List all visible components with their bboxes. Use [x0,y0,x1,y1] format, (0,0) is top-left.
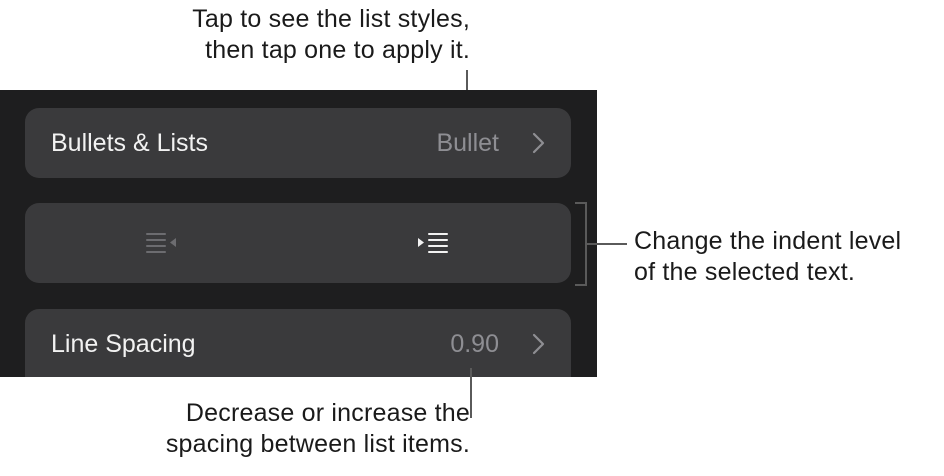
callout-spacing: Decrease or increase the spacing between… [166,398,470,460]
line-spacing-row[interactable]: Line Spacing 0.90 [25,309,571,377]
chevron-right-icon [532,333,545,355]
chevron-right-icon [532,132,545,154]
callout-list-styles: Tap to see the list styles, then tap one… [192,4,470,66]
bullets-and-lists-label: Bullets & Lists [51,129,209,157]
callout-indent: Change the indent level of the selected … [634,226,901,288]
callout-indent-leader [587,243,627,245]
callout-indent-line2: of the selected text. [634,258,855,286]
indent-bracket-bottom [575,284,587,286]
callout-spacing-line1: Decrease or increase the [185,399,470,427]
line-spacing-value: 0.90 [450,330,499,358]
decrease-indent-icon[interactable] [143,229,183,257]
bullets-and-lists-row[interactable]: Bullets & Lists Bullet [25,108,571,178]
callout-indent-line1: Change the indent level [634,227,902,255]
callout-spacing-leader [470,368,472,418]
callout-list-styles-line2: then tap one to apply it. [205,36,470,64]
list-settings-panel: Bullets & Lists Bullet Line Spacing 0.90 [0,90,597,377]
callout-list-styles-line1: Tap to see the list styles, [192,5,470,33]
increase-indent-icon[interactable] [413,229,453,257]
line-spacing-label: Line Spacing [51,330,196,358]
indent-controls-row [25,203,571,283]
bullets-and-lists-value: Bullet [436,129,499,157]
callout-spacing-line2: spacing between list items. [165,430,470,458]
